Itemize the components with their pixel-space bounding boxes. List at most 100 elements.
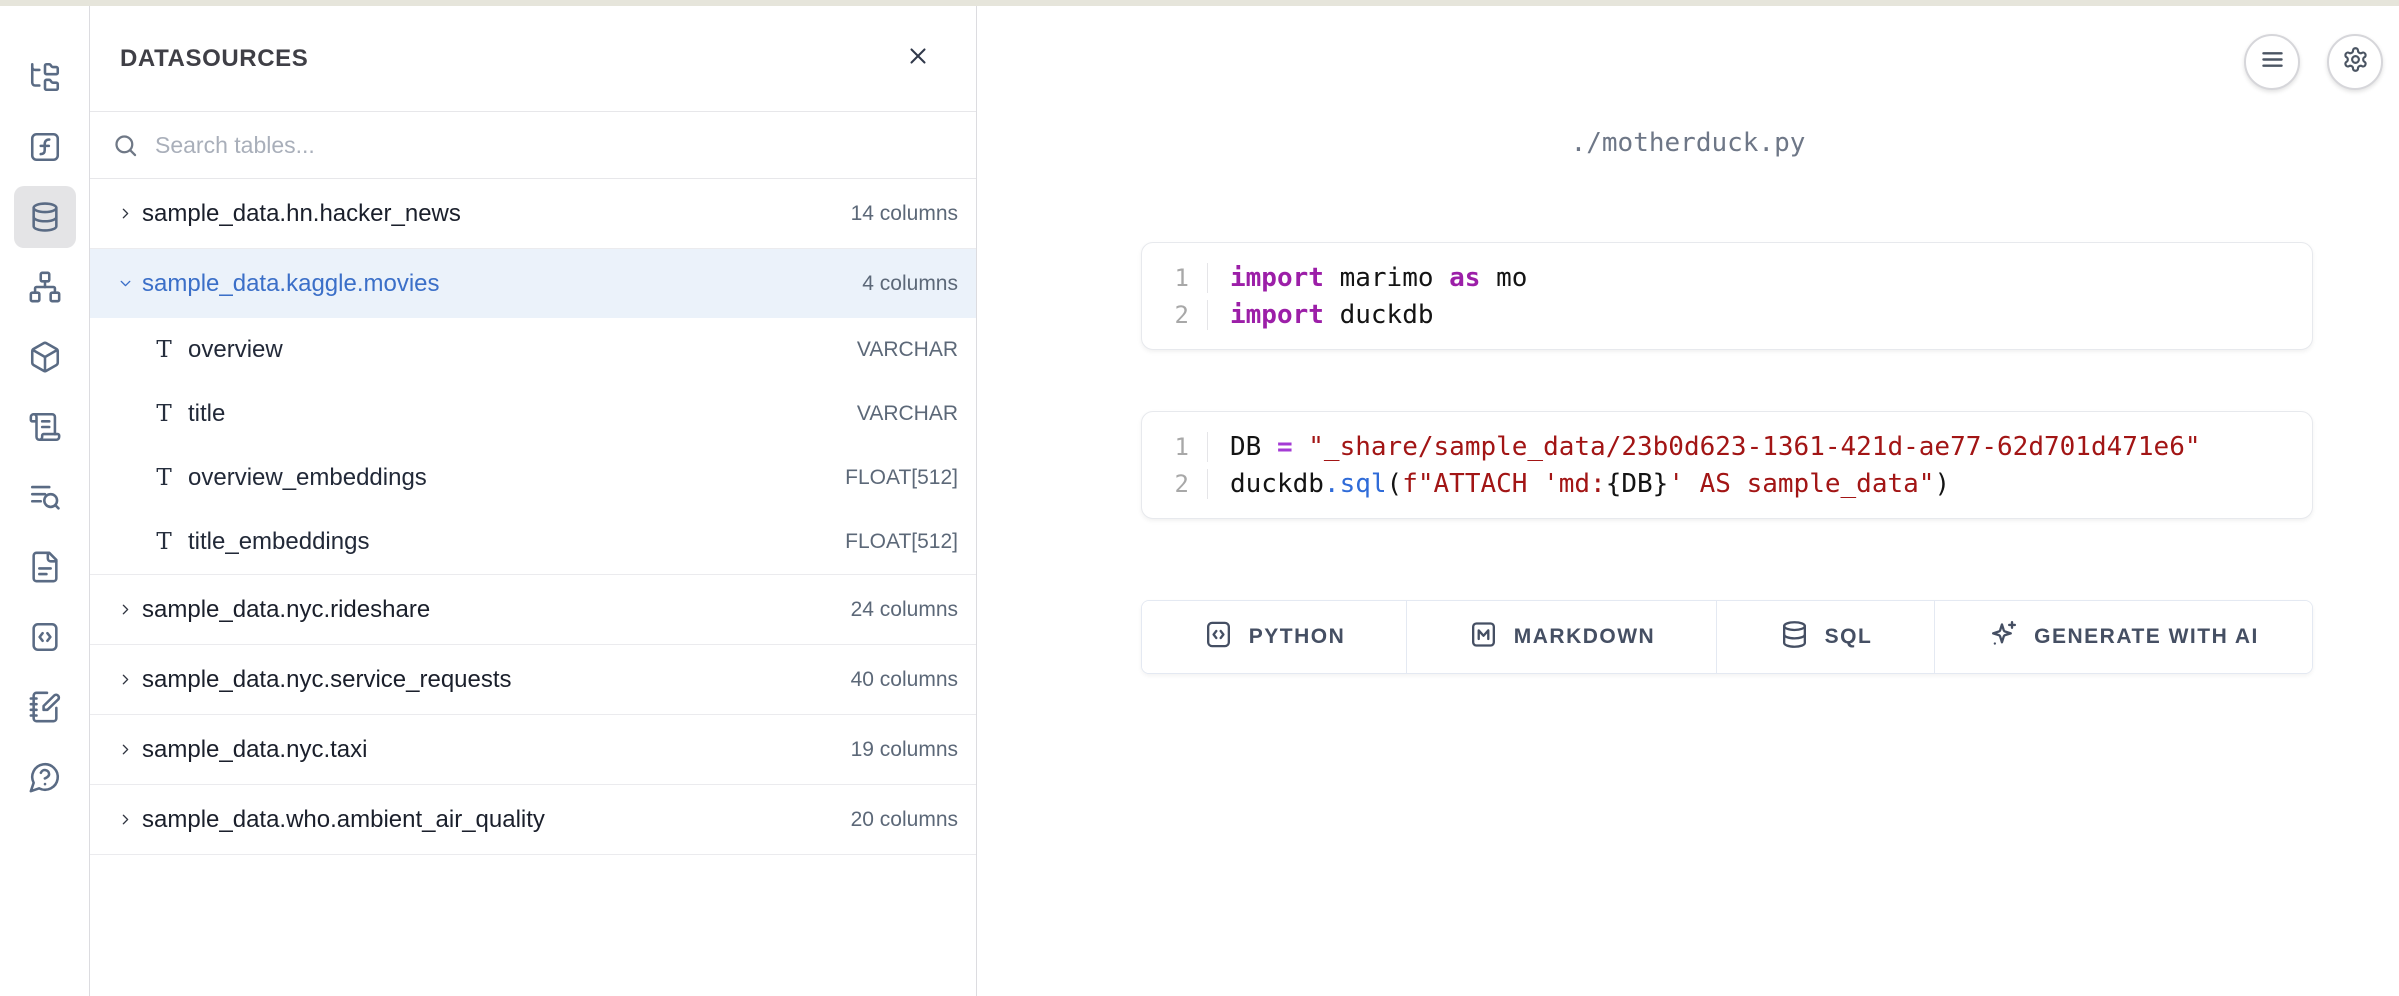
column-row[interactable]: Ttitle VARCHAR	[90, 382, 976, 446]
tables-list: sample_data.hn.hacker_news14 columnssamp…	[90, 179, 976, 996]
line-number: 2	[1142, 470, 1207, 498]
code-line: 2import duckdb	[1142, 296, 2312, 333]
add-cell-button-label: SQL	[1825, 625, 1873, 649]
cells-container: 1import marimo as mo2import duckdb1DB = …	[1141, 242, 2313, 674]
table-column-count: 19 columns	[851, 738, 958, 762]
datasources-panel: DATASOURCES sample_data.hn.hacker_news14…	[90, 6, 977, 996]
text-type-icon: T	[150, 465, 178, 491]
rail-item-function-square[interactable]	[10, 112, 80, 182]
x-icon	[905, 43, 931, 74]
line-number: 1	[1142, 264, 1207, 292]
column-type: FLOAT[512]	[845, 466, 958, 490]
text-type-icon: T	[150, 529, 178, 555]
chevron-right-icon	[114, 669, 136, 691]
table-name: sample_data.nyc.service_requests	[142, 666, 512, 694]
rail-item-scroll-text[interactable]	[10, 392, 80, 462]
column-name: overview_embeddings	[188, 464, 427, 492]
table-row[interactable]: sample_data.nyc.taxi19 columns	[90, 715, 976, 785]
table-row[interactable]: sample_data.kaggle.movies 4 columns	[90, 249, 976, 318]
notebook-area: ./motherduck.py 1import marimo as mo2imp…	[977, 6, 2399, 996]
rail-item-help-chat[interactable]	[10, 742, 80, 812]
chevron-down-icon	[114, 273, 136, 295]
add-cell-button-row: PYTHON MARKDOWN SQL GENERATE WITH AI	[1141, 600, 2313, 674]
code-text: duckdb.sql(f"ATTACH 'md:{DB}' AS sample_…	[1207, 469, 1950, 499]
table-column-count: 40 columns	[851, 668, 958, 692]
column-row[interactable]: ToverviewVARCHAR	[90, 318, 976, 382]
rail-item-network[interactable]	[10, 252, 80, 322]
table-column-count: 4 columns	[862, 272, 958, 296]
code-text: import duckdb	[1207, 300, 1434, 330]
network-icon	[14, 256, 76, 318]
table-column-count: 24 columns	[851, 598, 958, 622]
column-row[interactable]: Toverview_embeddings FLOAT[512]	[90, 446, 976, 510]
code-text: DB = "_share/sample_data/23b0d623-1361-4…	[1207, 432, 2201, 462]
table-row[interactable]: sample_data.nyc.service_requests 40 colum…	[90, 645, 976, 715]
package-icon	[14, 326, 76, 388]
list-search-icon	[14, 466, 76, 528]
panel-title: DATASOURCES	[120, 45, 308, 73]
file-tree-icon	[14, 46, 76, 108]
markdown-square-icon	[1468, 619, 1499, 656]
table-row[interactable]: sample_data.nyc.rideshare 24 columns	[90, 575, 976, 645]
code-line: 2duckdb.sql(f"ATTACH 'md:{DB}' AS sample…	[1142, 465, 2312, 502]
table-row[interactable]: sample_data.hn.hacker_news14 columns	[90, 179, 976, 249]
line-number: 1	[1142, 433, 1207, 461]
notebook-controls	[2244, 34, 2383, 90]
rail-item-file-tree[interactable]	[10, 42, 80, 112]
menu-button[interactable]	[2244, 34, 2300, 90]
database-icon	[1779, 619, 1810, 656]
code-square-icon	[14, 606, 76, 668]
chevron-right-icon	[114, 203, 136, 225]
scroll-text-icon	[14, 396, 76, 458]
add-cell-generate-with-ai-button[interactable]: GENERATE WITH AI	[1934, 601, 2312, 673]
columns-group: ToverviewVARCHARTtitleVARCHARToverview_e…	[90, 318, 976, 575]
code-square-icon	[1203, 619, 1234, 656]
add-cell-button-label: PYTHON	[1249, 625, 1346, 649]
rail-item-list-search[interactable]	[10, 462, 80, 532]
code-line: 1DB = "_share/sample_data/23b0d623-1361-…	[1142, 428, 2312, 465]
table-name: sample_data.who.ambient_air_quality	[142, 806, 545, 834]
text-type-icon: T	[150, 337, 178, 363]
table-column-count: 20 columns	[851, 808, 958, 832]
notebook-filename: ./motherduck.py	[977, 128, 2399, 158]
add-cell-python-button[interactable]: PYTHON	[1142, 601, 1406, 673]
add-cell-markdown-button[interactable]: MARKDOWN	[1406, 601, 1716, 673]
notebook-pen-icon	[14, 676, 76, 738]
rail-item-file-text[interactable]	[10, 532, 80, 602]
database-icon	[14, 186, 76, 248]
add-cell-button-label: GENERATE WITH AI	[2034, 625, 2259, 649]
code-cell[interactable]: 1DB = "_share/sample_data/23b0d623-1361-…	[1141, 411, 2313, 519]
column-row[interactable]: Ttitle_embeddings FLOAT[512]	[90, 510, 976, 574]
function-square-icon	[14, 116, 76, 178]
code-cell[interactable]: 1import marimo as mo2import duckdb	[1141, 242, 2313, 350]
table-name: sample_data.hn.hacker_news	[142, 200, 461, 228]
settings-button[interactable]	[2327, 34, 2383, 90]
rail-item-code-square[interactable]	[10, 602, 80, 672]
text-type-icon: T	[150, 401, 178, 427]
column-name: title	[188, 400, 225, 428]
settings-icon	[2342, 46, 2369, 78]
column-name: overview	[188, 336, 283, 364]
add-cell-sql-button[interactable]: SQL	[1716, 601, 1934, 673]
chevron-right-icon	[114, 809, 136, 831]
line-number: 2	[1142, 301, 1207, 329]
code-text: import marimo as mo	[1207, 263, 1527, 293]
rail-item-database[interactable]	[10, 182, 80, 252]
app-root: DATASOURCES sample_data.hn.hacker_news14…	[0, 6, 2399, 996]
file-text-icon	[14, 536, 76, 598]
panel-header: DATASOURCES	[90, 6, 976, 112]
table-name: sample_data.nyc.rideshare	[142, 596, 430, 624]
rail-item-notebook-pen[interactable]	[10, 672, 80, 742]
chevron-right-icon	[114, 739, 136, 761]
table-name: sample_data.kaggle.movies	[142, 270, 440, 298]
close-panel-button[interactable]	[898, 39, 938, 79]
search-icon	[112, 132, 139, 159]
helper-icon-rail	[0, 6, 90, 996]
search-input[interactable]	[155, 132, 952, 159]
column-type: VARCHAR	[857, 402, 958, 426]
rail-item-package[interactable]	[10, 322, 80, 392]
table-row[interactable]: sample_data.who.ambient_air_quality 20 co…	[90, 785, 976, 855]
table-search-row	[90, 112, 976, 179]
column-type: FLOAT[512]	[845, 530, 958, 554]
column-name: title_embeddings	[188, 528, 369, 556]
